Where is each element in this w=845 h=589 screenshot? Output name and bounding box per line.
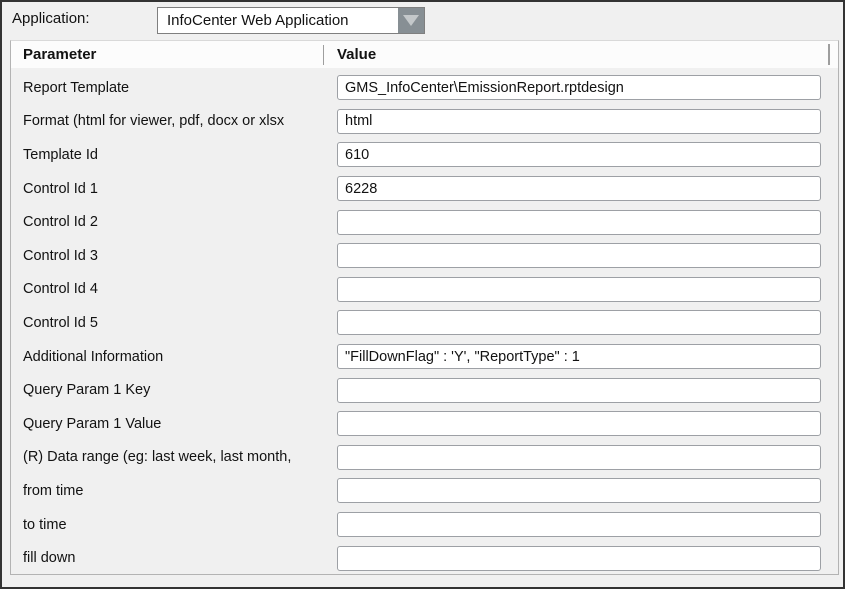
parameter-row: fill down [11,541,838,575]
parameter-table: Parameter Value Report Template Format (… [10,40,839,575]
column-header-parameter: Parameter [11,46,323,63]
parameter-label: Query Param 1 Key [11,382,337,398]
value-input[interactable] [337,378,821,403]
parameter-row: Control Id 2 [11,205,838,239]
value-input[interactable] [337,478,821,503]
value-input-wrap [337,109,821,134]
value-input[interactable] [337,546,821,571]
application-parameters-panel: Application: InfoCenter Web Application … [0,0,845,589]
parameter-row: Report Template [11,71,838,105]
parameter-label: Format (html for viewer, pdf, docx or xl… [11,113,337,129]
application-label: Application: [12,10,90,27]
value-input-wrap [337,378,821,403]
value-input[interactable] [337,142,821,167]
parameter-label: to time [11,517,337,533]
value-input-wrap [337,75,821,100]
application-dropdown-button[interactable] [398,8,424,33]
parameter-label: Control Id 2 [11,214,337,230]
parameter-row: Template Id [11,138,838,172]
application-dropdown[interactable]: InfoCenter Web Application [157,7,425,34]
parameter-label: Control Id 4 [11,281,337,297]
parameter-row: Query Param 1 Value [11,407,838,441]
parameter-label: Control Id 3 [11,248,337,264]
value-input-wrap [337,210,821,235]
value-input[interactable] [337,411,821,436]
value-input-wrap [337,478,821,503]
value-input[interactable] [337,344,821,369]
value-input-wrap [337,445,821,470]
value-input-wrap [337,411,821,436]
value-input[interactable] [337,512,821,537]
application-dropdown-selected-value: InfoCenter Web Application [158,8,398,33]
parameter-label: Template Id [11,147,337,163]
parameter-row: Query Param 1 Key [11,373,838,407]
parameter-table-header: Parameter Value [11,41,838,68]
value-input-wrap [337,546,821,571]
parameter-label: Control Id 1 [11,181,337,197]
parameter-label: Control Id 5 [11,315,337,331]
parameter-row: from time [11,474,838,508]
parameter-label: (R) Data range (eg: last week, last mont… [11,449,337,465]
value-input-wrap [337,277,821,302]
parameter-row: to time [11,508,838,542]
parameter-label: Query Param 1 Value [11,416,337,432]
value-input[interactable] [337,445,821,470]
value-input[interactable] [337,243,821,268]
parameter-row: Additional Information [11,340,838,374]
value-input-wrap [337,176,821,201]
value-input[interactable] [337,210,821,235]
parameter-label: Report Template [11,80,337,96]
parameter-row: Format (html for viewer, pdf, docx or xl… [11,105,838,139]
parameter-label: from time [11,483,337,499]
parameter-row: Control Id 5 [11,306,838,340]
parameter-label: Additional Information [11,349,337,365]
parameter-row: Control Id 3 [11,239,838,273]
parameter-table-body: Report Template Format (html for viewer,… [11,71,838,574]
value-input[interactable] [337,277,821,302]
value-input-wrap [337,512,821,537]
column-divider-right [828,44,830,65]
triangle-down-icon [403,15,419,26]
value-input-wrap [337,344,821,369]
application-selector-bar: Application: InfoCenter Web Application [2,2,843,40]
value-input[interactable] [337,176,821,201]
parameter-row: (R) Data range (eg: last week, last mont… [11,441,838,475]
value-input[interactable] [337,109,821,134]
parameter-row: Control Id 4 [11,273,838,307]
parameter-row: Control Id 1 [11,172,838,206]
value-input[interactable] [337,310,821,335]
value-input-wrap [337,310,821,335]
value-input[interactable] [337,75,821,100]
value-input-wrap [337,142,821,167]
value-input-wrap [337,243,821,268]
column-header-value: Value [324,46,376,63]
parameter-label: fill down [11,550,337,566]
